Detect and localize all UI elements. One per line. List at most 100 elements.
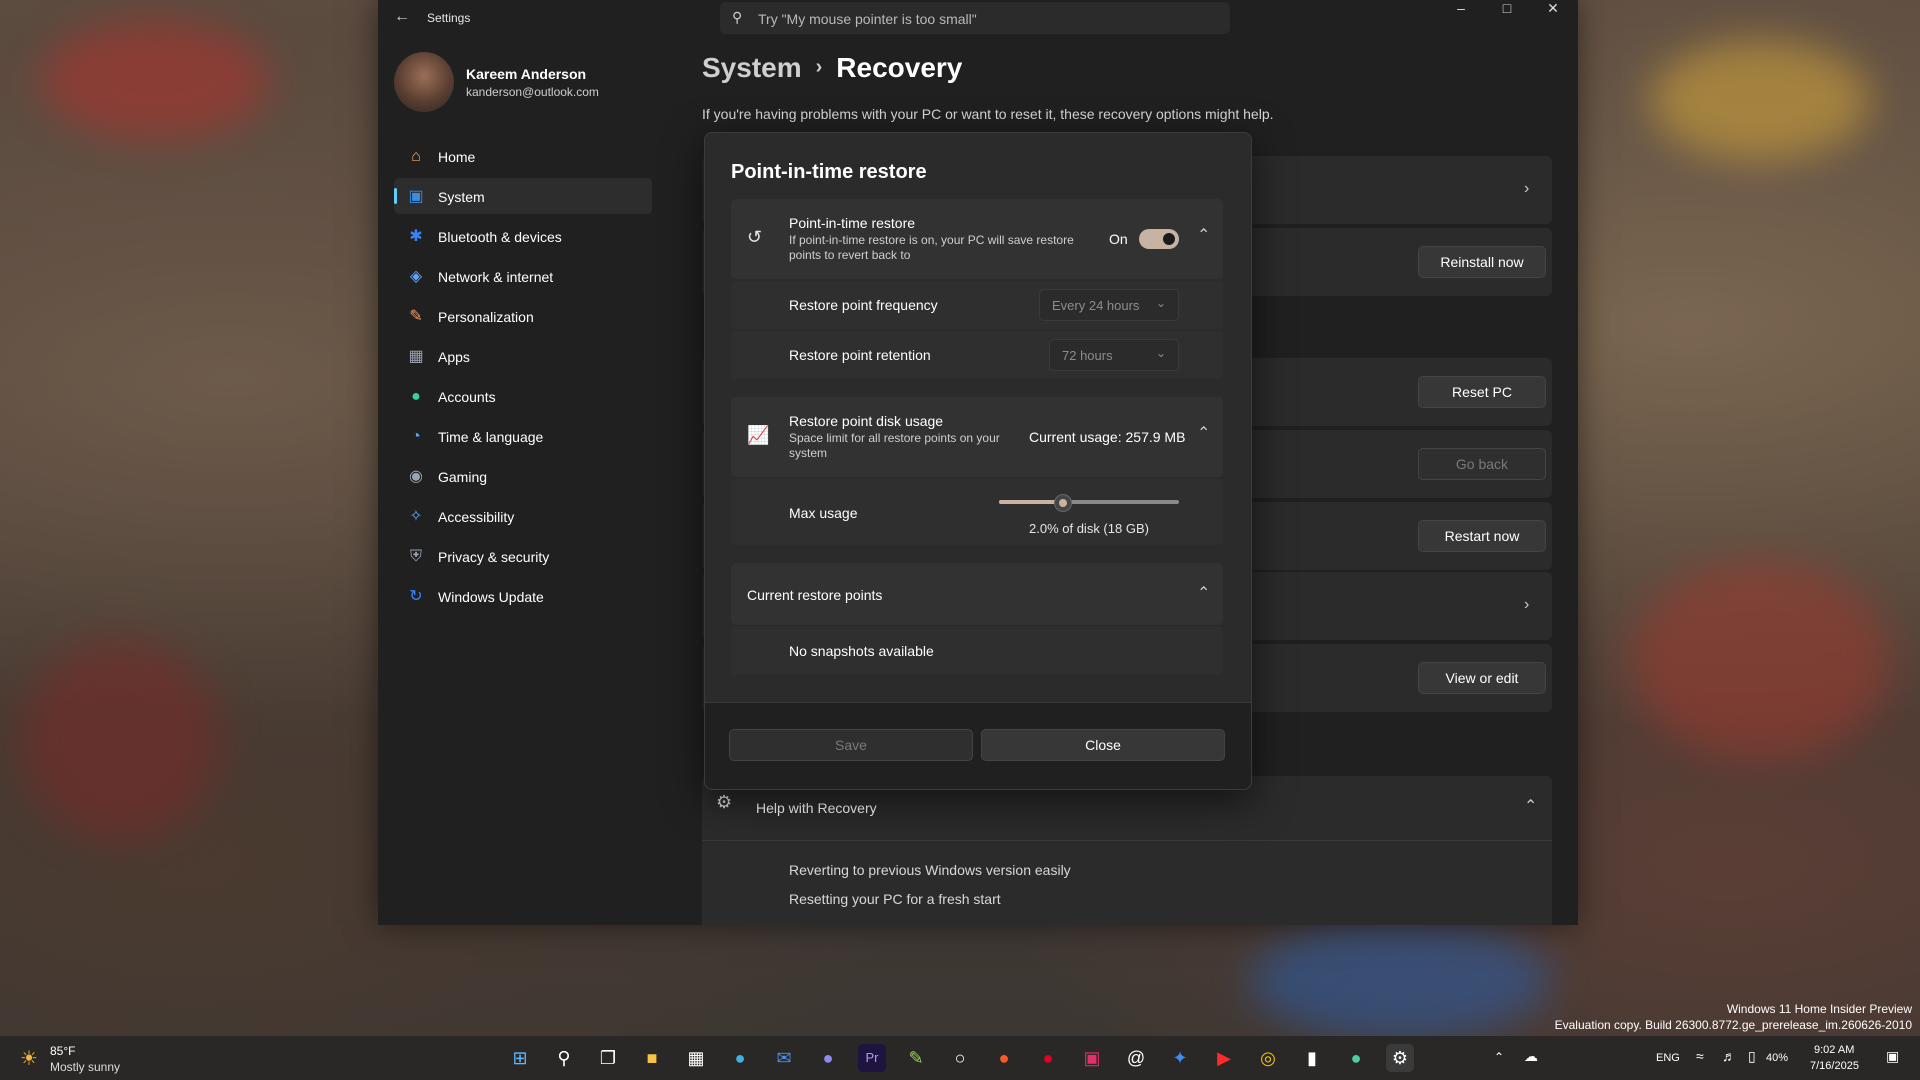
search-box[interactable]: ⚲ Try "My mouse pointer is too small" [720, 2, 1230, 34]
pinterest-icon[interactable]: ● [1034, 1044, 1062, 1072]
frequency-dropdown[interactable]: Every 24 hours ⌄ [1039, 289, 1179, 321]
youtube-icon[interactable]: ▶ [1210, 1044, 1238, 1072]
settings-icon[interactable]: ⚙ [1386, 1044, 1414, 1072]
title-bar: ← Settings ⚲ Try "My mouse pointer is to… [378, 0, 1578, 36]
close-button[interactable]: Close [981, 729, 1225, 761]
outlook-icon[interactable]: ✉ [770, 1044, 798, 1072]
minimize-button[interactable]: – [1438, 0, 1484, 22]
chevron-down-icon: ⌄ [1155, 346, 1166, 360]
profile-email: kanderson@outlook.com [466, 85, 599, 99]
chevron-down-icon: ⌄ [1155, 296, 1166, 310]
disk-usage-setting: 📈 Restore point disk usage Space limit f… [731, 397, 1223, 477]
no-snapshots-text: No snapshots available [789, 643, 934, 659]
breadcrumb-parent[interactable]: System [702, 52, 802, 83]
edge-icon[interactable]: ● [726, 1044, 754, 1072]
profile-name: Kareem Anderson [466, 66, 587, 82]
restart-now-button[interactable]: Restart now [1418, 520, 1546, 552]
max-usage-slider[interactable] [999, 494, 1179, 512]
gamepad-icon: ◉ [409, 468, 423, 485]
sidebar-item-windows-update[interactable]: ↻ Windows Update [394, 578, 652, 614]
pitr-toggle[interactable] [1139, 229, 1179, 249]
restore-points-title: Current restore points [747, 587, 883, 603]
history-icon: ↺ [747, 227, 763, 247]
sidebar-item-network-internet[interactable]: ◈ Network & internet [394, 258, 652, 294]
sidebar-item-system[interactable]: ▣ System [394, 178, 652, 214]
help-link[interactable]: Reverting to previous Windows version ea… [789, 862, 1071, 878]
start-icon[interactable]: ⊞ [506, 1044, 534, 1072]
premiere-icon[interactable]: Pr [858, 1044, 886, 1072]
help-link[interactable]: Resetting your PC for a fresh start [789, 891, 1001, 907]
bluesky-icon[interactable]: ✦ [1166, 1044, 1194, 1072]
reset-pc-button[interactable]: Reset PC [1418, 376, 1546, 408]
search-placeholder: Try "My mouse pointer is too small" [758, 11, 977, 27]
view-or-edit-button[interactable]: View or edit [1418, 662, 1546, 694]
clock-time[interactable]: 9:02 AM [1814, 1044, 1854, 1056]
teams-icon[interactable]: ● [814, 1044, 842, 1072]
onedrive-icon[interactable]: ☁ [1524, 1048, 1538, 1065]
sidebar-item-accessibility[interactable]: ✧ Accessibility [394, 498, 652, 534]
chevron-right-icon: › [1524, 596, 1530, 613]
sidebar-item-time-language[interactable]: ◔ Time & language [394, 418, 652, 454]
app-icon[interactable]: ○ [946, 1044, 974, 1072]
disk-usage-title: Restore point disk usage [789, 413, 944, 429]
go-back-button[interactable]: Go back [1418, 448, 1546, 480]
sidebar-item-accounts[interactable]: ● Accounts [394, 378, 652, 414]
chevron-up-icon[interactable]: ⌃ [1524, 796, 1537, 816]
save-button[interactable]: Save [729, 729, 973, 761]
chevron-up-icon[interactable]: ⌃ [1197, 225, 1210, 245]
slider-thumb[interactable] [1054, 494, 1072, 512]
notepad-icon[interactable]: ✎ [902, 1044, 930, 1072]
chevron-up-icon[interactable]: ⌃ [1197, 423, 1210, 443]
reddit-icon[interactable]: ● [990, 1044, 1018, 1072]
sidebar-item-gaming[interactable]: ◉ Gaming [394, 458, 652, 494]
notification-icon[interactable]: ▣ [1886, 1048, 1899, 1065]
task-view-icon[interactable]: ❐ [594, 1044, 622, 1072]
lang-label[interactable]: ENG [1656, 1052, 1680, 1064]
close-window-button[interactable]: ✕ [1530, 0, 1576, 22]
sidebar-item-privacy-security[interactable]: ⛨ Privacy & security [394, 538, 652, 574]
instagram-icon[interactable]: ▣ [1078, 1044, 1106, 1072]
clock-date[interactable]: 7/16/2025 [1810, 1060, 1859, 1072]
disk-usage-subtitle: Space limit for all restore points on yo… [789, 431, 1000, 460]
volume-icon[interactable]: ♬ [1722, 1048, 1736, 1064]
help-with-recovery-panel: ⚙ Help with Recovery ⌃ Reverting to prev… [702, 776, 1552, 925]
reinstall-now-button[interactable]: Reinstall now [1418, 246, 1546, 278]
point-in-time-restore-dialog: Point-in-time restore ↺ Point-in-time re… [704, 132, 1252, 790]
chevron-up-icon[interactable]: ⌃ [1494, 1050, 1504, 1064]
browser-icon[interactable]: ● [1342, 1044, 1370, 1072]
watermark-line2: Evaluation copy. Build 26300.8772.ge_pre… [1554, 1018, 1912, 1032]
background-decor [40, 20, 270, 140]
restore-points-list: No snapshots available [731, 627, 1223, 675]
chart-line-icon: 📈 [747, 425, 770, 445]
chrome-icon[interactable]: ◎ [1254, 1044, 1282, 1072]
battery-icon[interactable]: ▯ [1748, 1048, 1756, 1065]
sidebar-item-apps[interactable]: ▦ Apps [394, 338, 652, 374]
sidebar-item-bluetooth-devices[interactable]: ✱ Bluetooth & devices [394, 218, 652, 254]
threads-icon[interactable]: @ [1122, 1044, 1150, 1072]
search-icon[interactable]: ⚲ [550, 1044, 578, 1072]
retention-dropdown[interactable]: 72 hours ⌄ [1049, 339, 1179, 371]
sidebar-item-home[interactable]: ⌂ Home [394, 138, 652, 174]
restore-points-section[interactable]: Current restore points ⌃ [731, 563, 1223, 625]
sidebar-item-label: Network & internet [438, 269, 554, 285]
retention-label: Restore point retention [789, 347, 931, 363]
library-icon[interactable]: ▮ [1298, 1044, 1326, 1072]
chevron-up-icon[interactable]: ⌃ [1197, 583, 1210, 603]
max-usage-row: Max usage 2.0% of disk (18 GB) [731, 479, 1223, 545]
back-arrow-icon[interactable]: ← [394, 8, 410, 26]
toggle-knob [1163, 233, 1175, 245]
search-icon: ⚲ [732, 9, 743, 25]
sidebar-item-label: Apps [438, 349, 470, 365]
weather-icon[interactable]: ☀ [20, 1046, 38, 1071]
background-decor [20, 640, 220, 840]
sidebar-item-label: Home [438, 149, 476, 165]
maximize-button[interactable]: □ [1484, 0, 1530, 22]
accessibility-icon: ✧ [409, 508, 423, 525]
sidebar-item-personalization[interactable]: ✎ Personalization [394, 298, 652, 334]
pitr-setting: ↺ Point-in-time restore If point-in-time… [731, 199, 1223, 279]
wifi-icon[interactable]: ≈ [1696, 1048, 1704, 1064]
pitr-title: Point-in-time restore [789, 215, 916, 231]
store-icon[interactable]: ▦ [682, 1044, 710, 1072]
file-explorer-icon[interactable]: ■ [638, 1044, 666, 1072]
avatar[interactable] [394, 52, 454, 112]
